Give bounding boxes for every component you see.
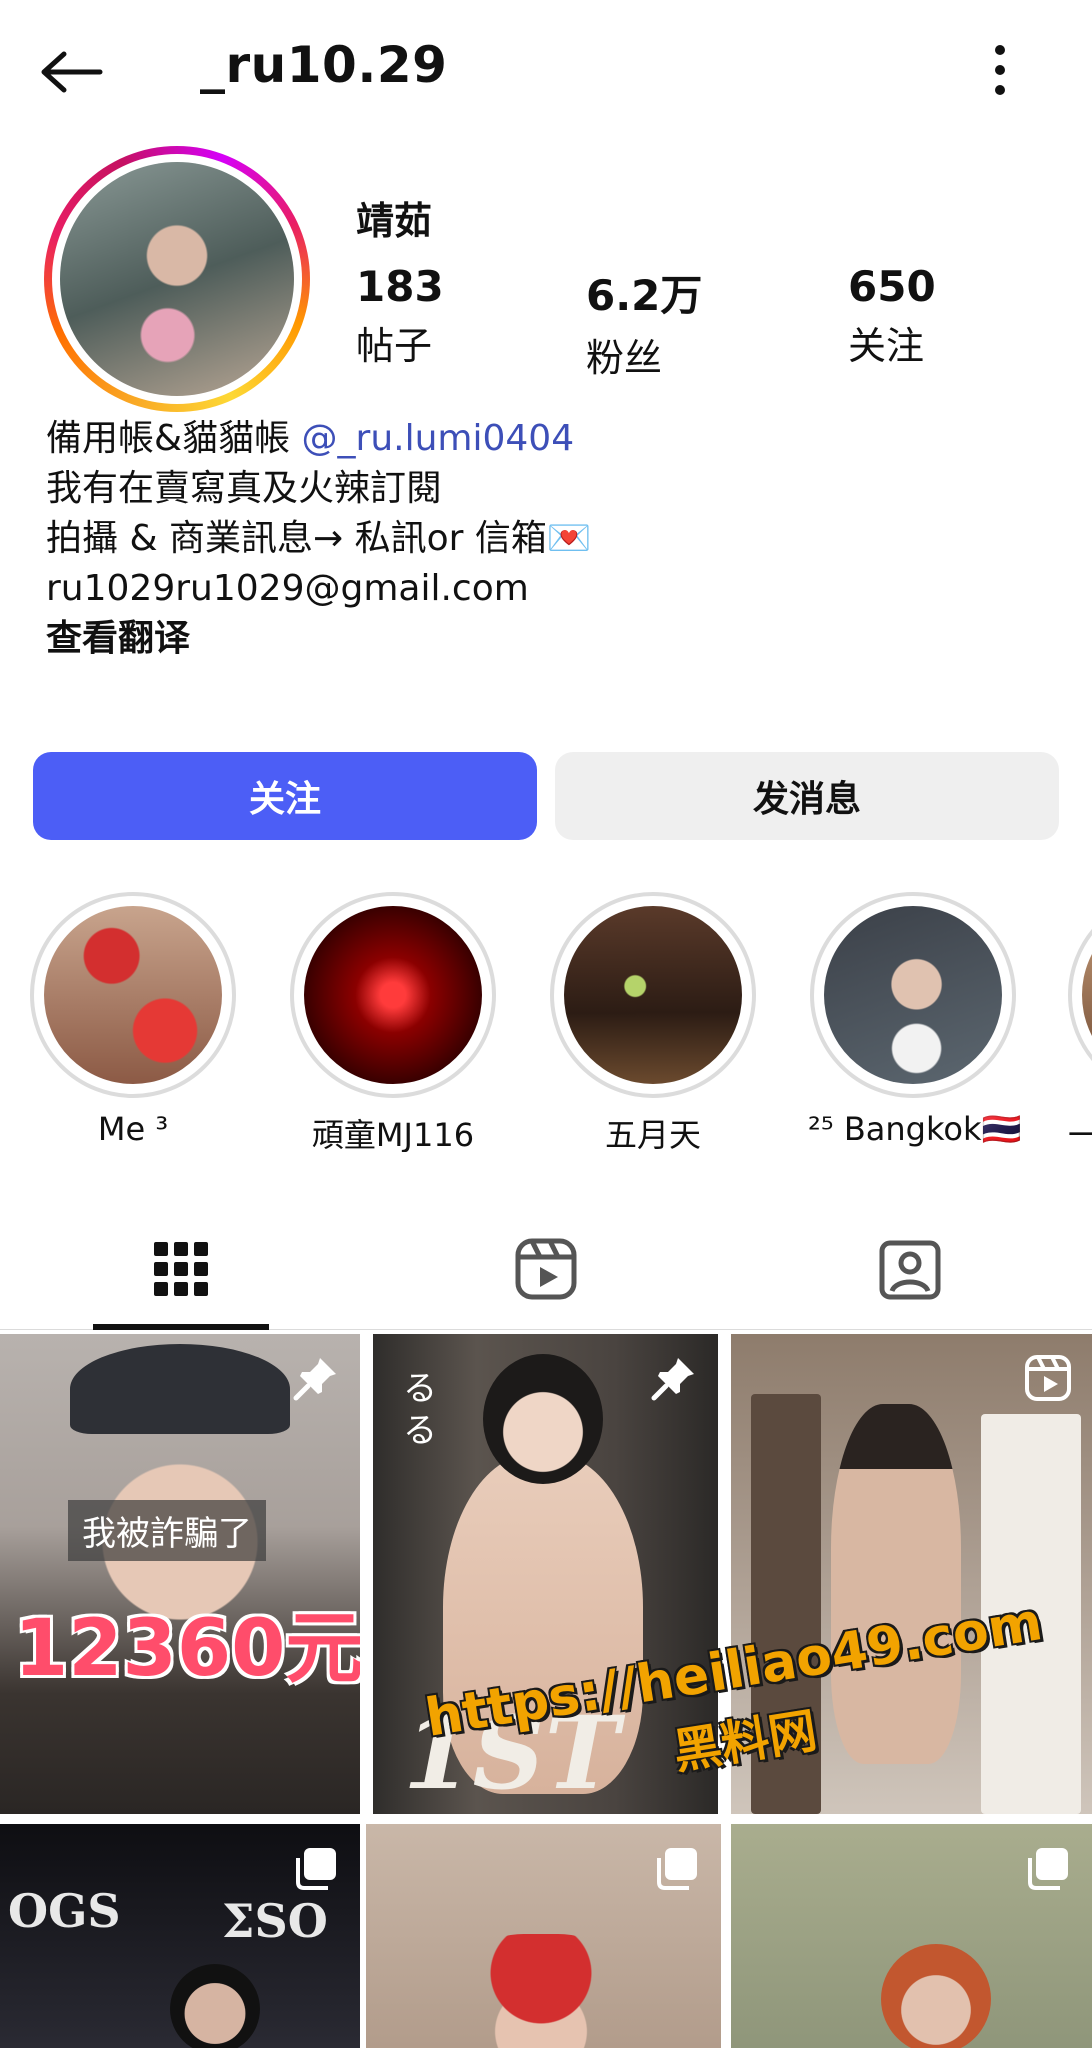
highlight-item[interactable]: 一生 [1068, 892, 1092, 1152]
stat-posts-count: 183 [356, 262, 444, 311]
profile-avatar[interactable] [44, 146, 310, 412]
post-tile[interactable]: OGS ΣSO [0, 1824, 360, 2048]
tab-posts-grid[interactable] [93, 1210, 269, 1328]
bio-line-1-text: 備用帳&貓貓帳 [46, 418, 302, 459]
see-translation-link[interactable]: 查看翻译 [46, 614, 1046, 664]
profile-username: _ru10.29 [200, 36, 448, 94]
highlight-item[interactable]: 五月天 [548, 892, 758, 1152]
bio-line-2: 我有在賣寫真及火辣訂閱 [46, 468, 443, 509]
highlight-label: 頑童MJ116 [311, 1116, 475, 1152]
highlight-label: 五月天 [604, 1116, 701, 1152]
back-arrow-icon [41, 51, 103, 93]
highlight-item[interactable]: ²⁵ Bangkok🇹🇭 [808, 892, 1022, 1148]
tagged-icon [879, 1240, 941, 1300]
follow-button[interactable]: 关注 [33, 752, 537, 840]
reels-icon [515, 1238, 577, 1300]
highlight-item[interactable]: 頑童MJ116 [288, 892, 498, 1152]
stat-followers-label: 粉丝 [586, 336, 663, 380]
pin-icon [651, 1358, 694, 1401]
back-button[interactable] [40, 42, 120, 102]
more-options-button[interactable] [985, 42, 1015, 98]
stat-followers-count: 6.2万 [586, 271, 703, 320]
avatar-photo [60, 162, 294, 396]
top-bar: _ru10.29 [0, 0, 1092, 140]
highlight-cover [304, 906, 482, 1084]
more-vertical-icon [995, 45, 1005, 95]
bio-line-3: 拍攝 & 商業訊息→ 私訊or 信箱💌 [46, 518, 592, 559]
carousel-icon [657, 1848, 697, 1890]
display-name: 靖茹 [356, 199, 433, 243]
active-tab-indicator [93, 1324, 269, 1330]
carousel-icon [296, 1848, 336, 1890]
highlight-cover [44, 906, 222, 1084]
post-overlay-logo: OGS [8, 1884, 121, 1938]
post-tile[interactable] [366, 1824, 721, 2048]
stat-posts[interactable]: 183 帖子 [356, 262, 444, 370]
post-tile[interactable] [731, 1824, 1092, 2048]
stat-following-count: 650 [848, 262, 936, 311]
highlight-item[interactable]: Me ³ [28, 892, 238, 1148]
post-overlay-vertical-text: るる [403, 1369, 437, 1451]
post-tile[interactable]: 我被詐騙了 12360元 [0, 1334, 360, 1814]
profile-bio: 備用帳&貓貓帳 @_ru.lumi0404 我有在賣寫真及火辣訂閱 拍攝 & 商… [46, 414, 1046, 664]
stat-following-label: 关注 [848, 324, 925, 368]
bio-email: ru1029ru1029@gmail.com [46, 568, 529, 609]
tab-tagged[interactable] [822, 1210, 998, 1328]
message-button[interactable]: 发消息 [555, 752, 1059, 840]
bio-line-1: 備用帳&貓貓帳 @_ru.lumi0404 [46, 414, 1046, 464]
profile-tabs [0, 1210, 1092, 1330]
highlight-label: 一生 [1068, 1116, 1092, 1152]
post-overlay-title: 我被詐騙了 [68, 1500, 266, 1561]
highlight-cover [1082, 906, 1092, 1084]
stat-posts-label: 帖子 [356, 324, 433, 368]
threads-link[interactable]: @_ru.lumi0404 [302, 418, 575, 459]
post-overlay-price: 12360元 [14, 1604, 360, 1694]
stat-followers[interactable]: 6.2万 粉丝 [586, 262, 702, 382]
highlight-cover [564, 906, 742, 1084]
reel-icon [1025, 1355, 1071, 1401]
grid-icon [154, 1242, 208, 1296]
pin-icon [293, 1358, 336, 1401]
highlight-label: Me ³ [97, 1110, 169, 1148]
post-overlay-logo: ΣSO [222, 1894, 328, 1948]
carousel-icon [1028, 1848, 1068, 1890]
tab-reels[interactable] [458, 1210, 634, 1328]
stat-following[interactable]: 650 关注 [848, 262, 936, 370]
highlight-label: ²⁵ Bangkok🇹🇭 [808, 1110, 1022, 1148]
story-highlights: Me ³ 頑童MJ116 五月天 ²⁵ Bangkok🇹🇭 一生 [0, 892, 1092, 1152]
highlight-cover [824, 906, 1002, 1084]
